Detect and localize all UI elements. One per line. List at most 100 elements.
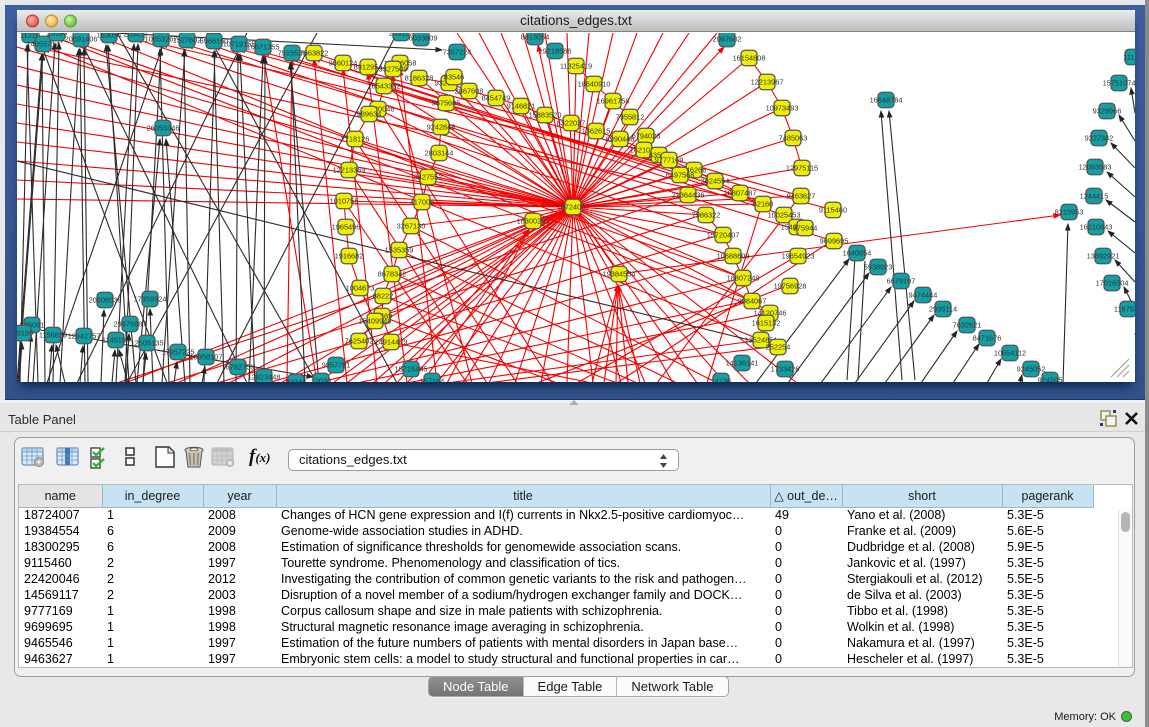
- svg-text:19654923: 19654923: [782, 252, 815, 261]
- svg-text:417006: 417006: [410, 198, 435, 207]
- svg-text:12093583: 12093583: [1079, 163, 1112, 172]
- svg-text:1733426: 1733426: [771, 365, 800, 374]
- svg-text:19756928: 19756928: [774, 282, 807, 291]
- svg-text:12505135: 12505135: [131, 339, 164, 348]
- svg-text:10958107: 10958107: [190, 353, 223, 362]
- svg-text:9777169: 9777169: [655, 156, 684, 165]
- svg-text:6497568: 6497568: [666, 171, 695, 180]
- svg-text:9146821: 9146821: [507, 102, 536, 111]
- svg-text:9084067: 9084067: [738, 297, 767, 306]
- svg-text:8427552: 8427552: [414, 173, 443, 182]
- svg-text:8186328: 8186328: [405, 74, 434, 83]
- svg-text:88222: 88222: [373, 292, 394, 301]
- svg-text:14914479: 14914479: [375, 338, 408, 347]
- svg-text:8990448: 8990448: [606, 135, 635, 144]
- svg-text:7663822: 7663822: [300, 49, 329, 58]
- svg-text:252254: 252254: [766, 343, 791, 352]
- svg-text:9245052: 9245052: [1017, 365, 1046, 374]
- svg-text:18724007: 18724007: [557, 203, 590, 212]
- svg-text:7485063: 7485063: [779, 134, 808, 143]
- svg-text:924505: 924505: [1038, 376, 1063, 382]
- svg-text:21364436: 21364436: [672, 191, 705, 200]
- svg-text:6679197: 6679197: [887, 277, 916, 286]
- svg-text:1965496: 1965496: [332, 223, 361, 232]
- svg-text:92344: 92344: [286, 378, 307, 382]
- svg-text:18807249: 18807249: [727, 274, 760, 283]
- svg-text:17359924: 17359924: [134, 295, 167, 304]
- svg-text:9857791: 9857791: [322, 361, 351, 370]
- svg-text:3624554: 3624554: [701, 177, 730, 186]
- svg-text:39159: 39159: [17, 329, 33, 338]
- svg-text:15751074: 15751074: [1103, 79, 1135, 88]
- svg-text:5938923: 5938923: [864, 263, 893, 272]
- svg-text:989634: 989634: [357, 110, 382, 119]
- svg-text:1004673: 1004673: [346, 284, 375, 293]
- svg-text:62160: 62160: [753, 200, 774, 209]
- svg-text:12975115: 12975115: [786, 164, 818, 173]
- svg-text:1527602: 1527602: [173, 36, 202, 45]
- svg-text:8471676: 8471676: [973, 334, 1002, 343]
- svg-text:9242848: 9242848: [427, 123, 456, 132]
- svg-text:13692921: 13692921: [1087, 252, 1120, 261]
- svg-text:9463627: 9463627: [787, 192, 816, 201]
- svg-text:16671355: 16671355: [247, 43, 280, 52]
- svg-text:20691406: 20691406: [65, 35, 98, 44]
- svg-text:12213967: 12213967: [751, 78, 784, 87]
- svg-text:15409948: 15409948: [359, 317, 392, 326]
- svg-text:9115460: 9115460: [819, 206, 847, 215]
- svg-text:14136: 14136: [711, 377, 732, 382]
- svg-text:2803144: 2803144: [425, 149, 454, 158]
- svg-text:83546: 83546: [444, 73, 465, 82]
- svg-text:9327509: 9327509: [379, 65, 408, 74]
- svg-text:9227342: 9227342: [1085, 134, 1114, 143]
- svg-text:975944: 975944: [793, 224, 818, 233]
- svg-text:19218586: 19218586: [539, 47, 572, 56]
- svg-text:18640910: 18640910: [578, 80, 611, 89]
- svg-text:16154808: 16154808: [733, 54, 766, 63]
- svg-text:163054: 163054: [97, 33, 122, 40]
- svg-text:10973493: 10973493: [766, 104, 799, 113]
- svg-text:3267130: 3267130: [397, 222, 426, 231]
- svg-text:10807487: 10807487: [724, 189, 757, 198]
- svg-text:16648784: 16648784: [870, 96, 903, 105]
- svg-text:7986322: 7986322: [692, 211, 721, 220]
- svg-text:16961758: 16961758: [597, 97, 630, 106]
- svg-text:6794028: 6794028: [632, 132, 661, 141]
- svg-text:9474444: 9474444: [909, 291, 938, 300]
- svg-text:15720407: 15720407: [707, 231, 740, 240]
- svg-text:1145194: 1145194: [102, 336, 130, 345]
- svg-text:11325419: 11325419: [560, 62, 592, 71]
- svg-text:19384554: 19384554: [603, 270, 636, 279]
- svg-text:7625402: 7625402: [345, 337, 374, 346]
- svg-text:1535359: 1535359: [385, 246, 414, 255]
- svg-text:9329966: 9329966: [1093, 107, 1122, 116]
- svg-text:2867608: 2867608: [455, 87, 484, 96]
- svg-text:1156829: 1156829: [39, 331, 67, 340]
- svg-text:26053346: 26053346: [147, 124, 180, 133]
- svg-text:1615132: 1615132: [752, 319, 781, 328]
- svg-text:11122: 11122: [1123, 53, 1135, 62]
- svg-text:8215953: 8215953: [1055, 208, 1084, 217]
- svg-text:203117: 203117: [389, 33, 413, 38]
- svg-text:1010755: 1010755: [330, 197, 359, 206]
- svg-text:1640954: 1640954: [843, 249, 872, 258]
- svg-text:10654112: 10654112: [994, 349, 1026, 358]
- svg-text:1916682: 1916682: [335, 252, 364, 261]
- svg-text:1167533: 1167533: [1114, 305, 1135, 314]
- svg-text:18300295: 18300295: [517, 217, 550, 226]
- svg-text:7632621: 7632621: [953, 321, 982, 330]
- svg-text:9699695: 9699695: [820, 237, 849, 246]
- svg-text:10688609: 10688609: [717, 252, 750, 261]
- svg-text:12030: 12030: [311, 377, 332, 382]
- svg-text:16782759: 16782759: [222, 363, 255, 372]
- svg-text:16210643: 16210643: [1080, 223, 1113, 232]
- svg-text:10025453: 10025453: [768, 211, 801, 220]
- svg-text:5875685: 5875685: [432, 99, 461, 108]
- svg-text:157164: 157164: [420, 377, 445, 382]
- svg-text:2935114: 2935114: [929, 305, 957, 314]
- svg-text:29975887: 29975887: [114, 320, 147, 329]
- svg-text:12213369: 12213369: [333, 166, 366, 175]
- svg-text:1244415: 1244415: [1080, 192, 1109, 201]
- svg-text:17016504: 17016504: [1096, 279, 1129, 288]
- svg-text:12942757: 12942757: [68, 332, 101, 341]
